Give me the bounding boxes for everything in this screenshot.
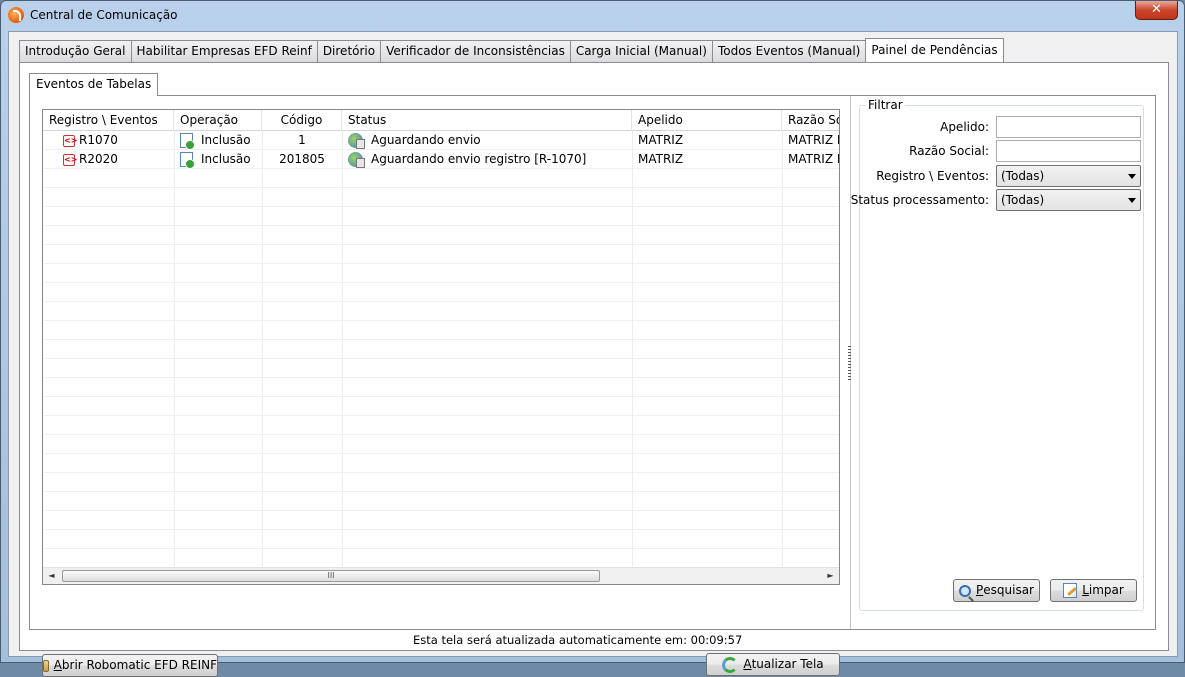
razao-social-input[interactable]	[996, 140, 1141, 162]
cell-registro: <> R2020	[43, 150, 174, 169]
column-divider	[262, 131, 263, 567]
apelido-input[interactable]	[996, 116, 1141, 138]
filter-row-apelido: Apelido:	[860, 116, 1143, 138]
abrir-mnemonic: A	[53, 658, 62, 672]
cell-operacao: Inclusão	[174, 131, 262, 150]
cell-razao-social: MATRIZ F	[788, 133, 839, 147]
window-title: Central de Comunicação	[30, 8, 178, 22]
registro-text: R1070	[79, 133, 118, 147]
pesquisar-mnemonic: P	[976, 583, 984, 597]
search-icon	[959, 584, 971, 597]
status-processamento-label: Status processamento:	[850, 193, 989, 207]
tab-verificador-inconsistencias[interactable]: Verificador de Inconsistências	[380, 40, 571, 62]
filter-group: Filtrar Apelido: Razão Social: Registro …	[851, 98, 1144, 611]
column-header-status[interactable]: Status	[342, 110, 632, 131]
operacao-text: Inclusão	[201, 133, 251, 147]
status-processamento-value: (Todas)	[1001, 193, 1045, 207]
tab-painel-pendencias[interactable]: Painel de Pendências	[865, 38, 1004, 62]
razao-social-label: Razão Social:	[909, 144, 989, 158]
pesquisar-button[interactable]: Pesquisar	[953, 579, 1040, 602]
app-window: Central de Comunicação ✕ Introdução Gera…	[0, 0, 1185, 677]
cell-codigo: 201805	[279, 152, 325, 166]
tab-todos-eventos[interactable]: Todos Eventos (Manual)	[711, 40, 867, 62]
status-text: Aguardando envio	[371, 133, 481, 147]
tab-introducao-geral[interactable]: Introdução Geral	[19, 40, 132, 62]
tab-carga-inicial[interactable]: Carga Inicial (Manual)	[569, 40, 713, 62]
limpar-label: impar	[1088, 583, 1124, 597]
registro-eventos-label: Registro \ Eventos:	[876, 169, 989, 183]
filter-row-registro: Registro \ Eventos: (Todas)	[860, 165, 1143, 187]
table-row[interactable]: <> R2020 Inclusão 201805 Aguardando envi…	[43, 150, 839, 169]
filter-legend: Filtrar	[866, 98, 905, 112]
cell-status: Aguardando envio registro [R-1070]	[342, 150, 632, 169]
scroll-thumb[interactable]: III	[62, 570, 600, 582]
robomatic-icon	[43, 659, 49, 672]
atualizar-tela-button[interactable]: Atualizar Tela	[706, 653, 840, 676]
xml-event-icon: <>	[63, 134, 78, 147]
client-area: Introdução Geral Habilitar Empresas EFD …	[8, 31, 1178, 677]
grid-body: <> R1070 Inclusão 1 Aguardando envio MAT…	[43, 131, 839, 567]
column-divider	[342, 131, 343, 567]
chevron-down-icon	[1128, 198, 1136, 203]
abrir-robomatic-button[interactable]: Abrir Robomatic EFD REINF	[42, 654, 218, 677]
painel-pendencias-panel: Eventos de Tabelas Registro \ Eventos Op…	[19, 62, 1169, 677]
app-logo-icon	[8, 7, 24, 23]
xml-event-icon: <>	[63, 153, 78, 166]
abrir-label: brir Robomatic EFD REINF	[61, 658, 217, 672]
cell-registro: <> R1070	[43, 131, 174, 150]
table-row[interactable]: <> R1070 Inclusão 1 Aguardando envio MAT…	[43, 131, 839, 150]
limpar-mnemonic: L	[1082, 583, 1089, 597]
status-text: Aguardando envio registro [R-1070]	[371, 152, 587, 166]
column-header-codigo[interactable]: Código	[262, 110, 342, 131]
filter-row-razao-social: Razão Social:	[860, 140, 1143, 162]
clear-document-icon	[1063, 583, 1078, 598]
events-grid[interactable]: Registro \ Eventos Operação Código Statu…	[42, 109, 840, 585]
limpar-button[interactable]: Limpar	[1050, 579, 1137, 602]
grid-header: Registro \ Eventos Operação Código Statu…	[43, 110, 839, 131]
horizontal-scrollbar[interactable]: ◄ III ►	[43, 567, 839, 584]
column-divider	[632, 131, 633, 567]
registro-eventos-select[interactable]: (Todas)	[996, 165, 1141, 187]
cell-codigo: 1	[298, 133, 306, 147]
cell-operacao: Inclusão	[174, 150, 262, 169]
cell-apelido: MATRIZ	[638, 152, 684, 166]
atualizar-label: tualizar Tela	[751, 657, 824, 671]
column-header-apelido[interactable]: Apelido	[632, 110, 782, 131]
scroll-right-icon[interactable]: ►	[822, 568, 839, 584]
eventos-tabelas-panel: Registro \ Eventos Operação Código Statu…	[29, 95, 1156, 677]
cell-apelido: MATRIZ	[638, 133, 684, 147]
cell-razao-social: MATRIZ F	[788, 152, 839, 166]
tab-diretorio[interactable]: Diretório	[316, 40, 382, 62]
scroll-left-icon[interactable]: ◄	[43, 568, 60, 584]
column-header-registro[interactable]: Registro \ Eventos	[43, 110, 174, 131]
pesquisar-label: esquisar	[983, 583, 1034, 597]
chevron-down-icon	[1128, 174, 1136, 179]
auto-update-status: Esta tela será atualizada automaticament…	[413, 633, 743, 647]
column-divider	[782, 131, 783, 567]
pending-globe-icon	[348, 152, 365, 168]
tab-habilitar-empresas[interactable]: Habilitar Empresas EFD Reinf	[130, 40, 318, 62]
column-header-razao-social[interactable]: Razão Social	[782, 110, 839, 131]
splitter-grip-icon[interactable]	[848, 346, 851, 382]
sub-tabs: Eventos de Tabelas	[29, 73, 159, 96]
document-add-icon	[180, 133, 195, 150]
registro-text: R2020	[79, 152, 118, 166]
operacao-text: Inclusão	[201, 152, 251, 166]
title-bar[interactable]: Central de Comunicação ✕	[1, 1, 1184, 31]
column-divider	[174, 131, 175, 567]
refresh-icon	[722, 656, 739, 673]
main-tabs: Introdução Geral Habilitar Empresas EFD …	[19, 38, 1004, 62]
close-button[interactable]: ✕	[1135, 1, 1178, 20]
atualizar-mnemonic: A	[743, 657, 752, 671]
filter-row-status: Status processamento: (Todas)	[851, 189, 1143, 211]
pending-globe-icon	[348, 133, 365, 149]
registro-eventos-value: (Todas)	[1001, 169, 1045, 183]
tab-eventos-tabelas[interactable]: Eventos de Tabelas	[29, 73, 159, 96]
status-processamento-select[interactable]: (Todas)	[996, 189, 1141, 211]
column-header-operacao[interactable]: Operação	[174, 110, 262, 131]
apelido-label: Apelido:	[940, 120, 989, 134]
document-add-icon	[180, 152, 195, 169]
cell-status: Aguardando envio	[342, 131, 632, 150]
